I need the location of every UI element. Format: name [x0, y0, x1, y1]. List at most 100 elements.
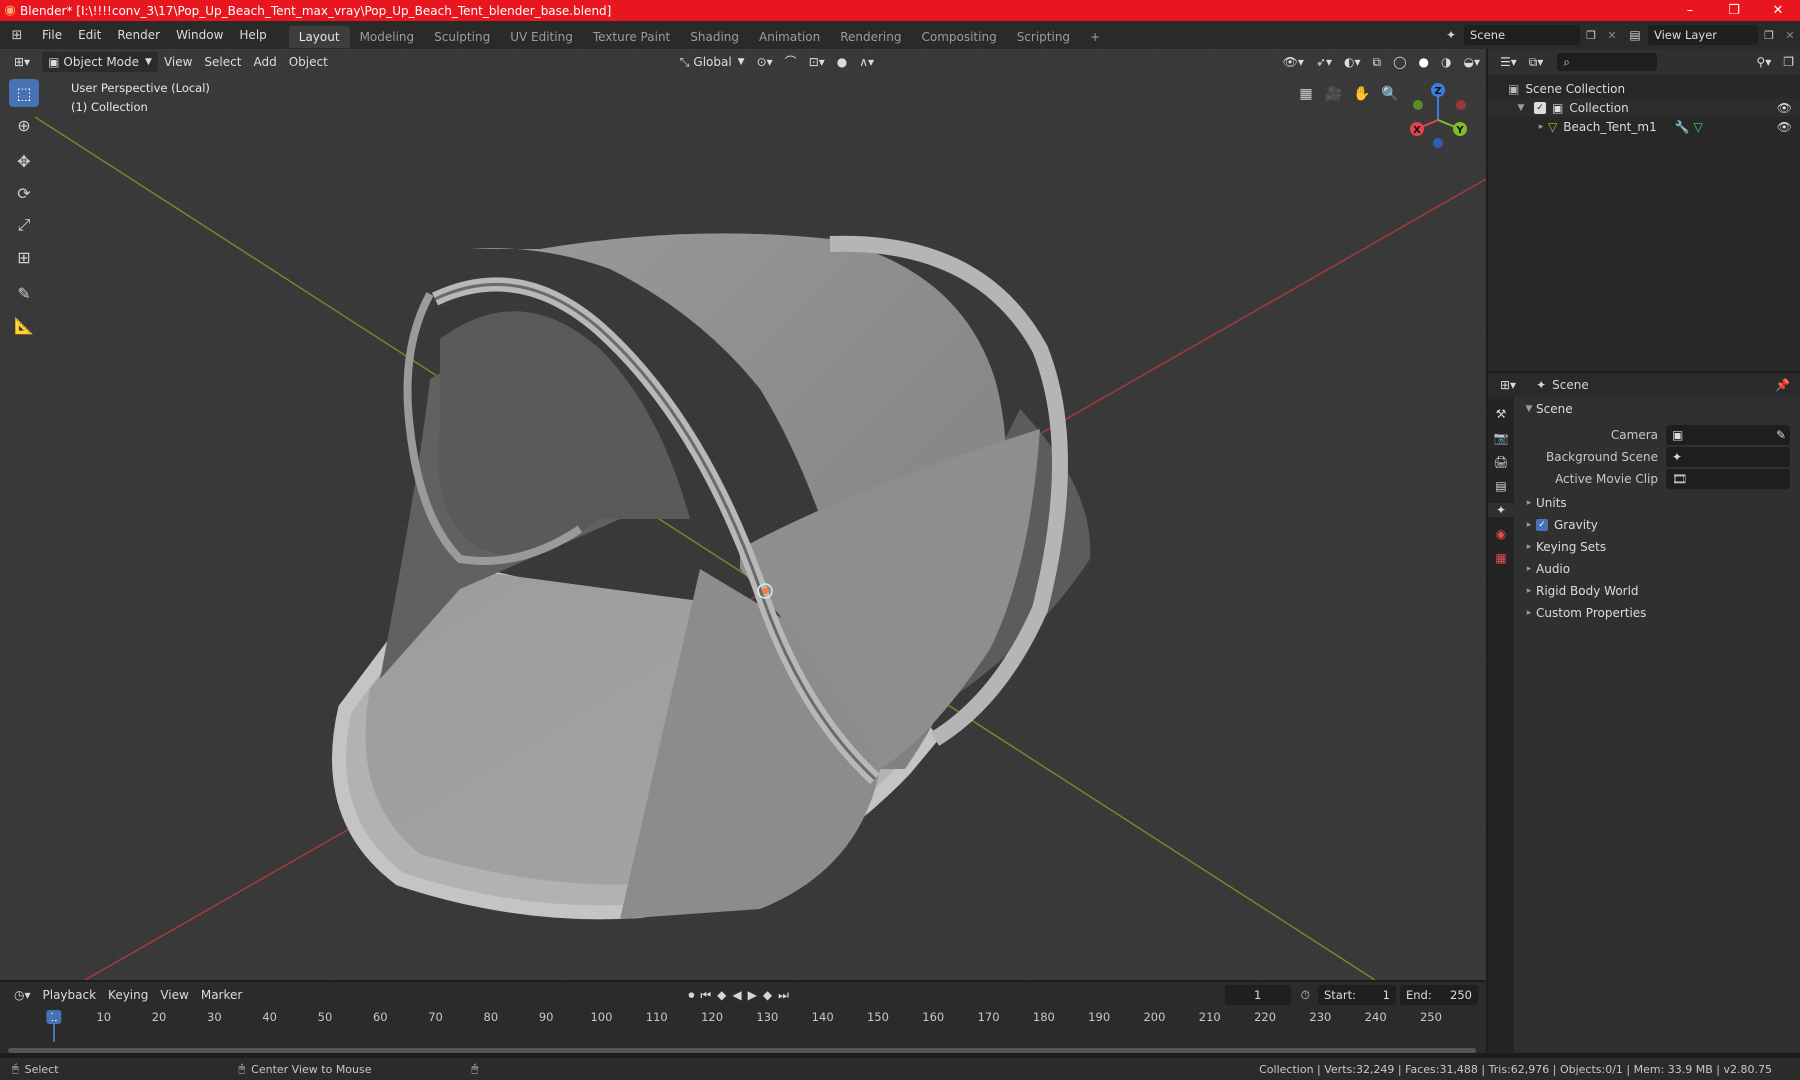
- new-scene-icon[interactable]: ❐: [1580, 21, 1602, 49]
- gizmo-toggle-icon[interactable]: ➶▾: [1310, 52, 1338, 72]
- display-mode-icon[interactable]: ⧉▾: [1523, 52, 1550, 72]
- pan-hand-icon[interactable]: ✋: [1348, 80, 1376, 108]
- jump-start-icon[interactable]: ⏮: [700, 988, 711, 1003]
- delete-scene-icon[interactable]: ✕: [1602, 21, 1622, 49]
- tab-modeling[interactable]: Modeling: [350, 26, 425, 48]
- menu-edit[interactable]: Edit: [70, 21, 109, 49]
- expand-arrow-icon[interactable]: ▼: [1514, 103, 1528, 113]
- scene-panel-header[interactable]: ▼ Scene: [1516, 398, 1800, 420]
- end-frame-field[interactable]: End: 250: [1400, 985, 1478, 1005]
- frame-ruler[interactable]: 1102030405060708090100110120130140150160…: [0, 1010, 1486, 1028]
- tab-compositing[interactable]: Compositing: [911, 26, 1006, 48]
- prev-keyframe-icon[interactable]: ◆: [717, 988, 726, 1002]
- rotate-tool-icon[interactable]: ⟳: [9, 179, 39, 207]
- output-tab-icon[interactable]: 🖨: [1493, 455, 1508, 469]
- xray-icon[interactable]: ⧉: [1367, 52, 1388, 72]
- minimize-button[interactable]: –: [1668, 0, 1712, 21]
- scene-icon[interactable]: ✦: [1438, 21, 1464, 49]
- outliner-row-collection[interactable]: ▼ ✓ ▣ Collection 👁: [1488, 98, 1800, 117]
- world-tab-icon[interactable]: ◉: [1496, 527, 1506, 541]
- audio-panel[interactable]: ▸ Audio: [1516, 558, 1800, 580]
- proportional-edit-icon[interactable]: ●: [831, 52, 853, 72]
- annotate-tool-icon[interactable]: ✎: [9, 279, 39, 307]
- select-box-tool-icon[interactable]: ⬚: [9, 79, 39, 107]
- tab-scripting[interactable]: Scripting: [1007, 26, 1080, 48]
- exclude-checkbox[interactable]: ✓: [1534, 101, 1546, 114]
- toggle-grid-icon[interactable]: ▦: [1292, 80, 1320, 108]
- shading-material-icon[interactable]: ◑: [1435, 52, 1457, 72]
- tab-layout[interactable]: Layout: [288, 25, 350, 48]
- shading-rendered-icon[interactable]: ◒▾: [1458, 52, 1487, 72]
- tab-uv-editing[interactable]: UV Editing: [500, 26, 583, 48]
- outliner-row-scene-collection[interactable]: ▣ Scene Collection: [1488, 79, 1800, 98]
- maximize-button[interactable]: ❐: [1712, 0, 1756, 21]
- viewport-menu-select[interactable]: Select: [198, 52, 247, 72]
- move-tool-icon[interactable]: ✥: [9, 147, 39, 175]
- snap-icon[interactable]: ⌒: [779, 52, 803, 72]
- custom-properties-panel[interactable]: ▸ Custom Properties: [1516, 602, 1800, 624]
- add-workspace-button[interactable]: +: [1080, 26, 1110, 48]
- shading-solid-icon[interactable]: ●: [1413, 52, 1435, 72]
- tab-rendering[interactable]: Rendering: [830, 26, 911, 48]
- tab-shading[interactable]: Shading: [680, 26, 749, 48]
- tab-sculpting[interactable]: Sculpting: [424, 26, 500, 48]
- measure-tool-icon[interactable]: 📐: [9, 311, 39, 339]
- menu-window[interactable]: Window: [168, 21, 231, 49]
- gravity-panel[interactable]: ▸ ✓ Gravity: [1516, 514, 1800, 536]
- editor-type-icon[interactable]: ⊞: [0, 21, 34, 49]
- scene-tab-icon[interactable]: ✦: [1488, 503, 1514, 517]
- axis-gizmo[interactable]: Z Y X: [1400, 78, 1480, 156]
- playhead[interactable]: [53, 1010, 55, 1042]
- mode-selector[interactable]: ▣ Object Mode ▼: [42, 52, 158, 72]
- pivot-point-icon[interactable]: ⊙▾: [751, 52, 779, 72]
- jump-end-icon[interactable]: ⏭: [778, 988, 789, 1003]
- view-layer-icon[interactable]: ▤: [1622, 21, 1648, 49]
- tab-texture-paint[interactable]: Texture Paint: [583, 26, 680, 48]
- cursor-tool-icon[interactable]: ⊕: [9, 111, 39, 139]
- tool-tab-icon[interactable]: ⚒: [1496, 407, 1507, 421]
- gravity-checkbox[interactable]: ✓: [1536, 519, 1548, 531]
- timeline-editor-icon[interactable]: ◷▾: [8, 985, 37, 1005]
- scale-tool-icon[interactable]: ⤢: [9, 211, 39, 239]
- viewport-menu-view[interactable]: View: [158, 52, 198, 72]
- 3d-viewport[interactable]: [0, 49, 1486, 980]
- snap-target-icon[interactable]: ⊡▾: [803, 52, 831, 72]
- camera-view-icon[interactable]: 🎥: [1320, 80, 1348, 108]
- keying-sets-panel[interactable]: ▸ Keying Sets: [1516, 536, 1800, 558]
- viewport-menu-object[interactable]: Object: [283, 52, 334, 72]
- outliner-search-input[interactable]: ⌕: [1557, 53, 1658, 71]
- outliner-editor-icon[interactable]: ☰▾: [1494, 52, 1523, 72]
- modifier-wrench-icon[interactable]: 🔧: [1675, 120, 1690, 134]
- movie-clip-field[interactable]: 🎞: [1666, 469, 1790, 489]
- menu-render[interactable]: Render: [109, 21, 168, 49]
- new-view-layer-icon[interactable]: ❐: [1758, 21, 1780, 49]
- timeline-menu-marker[interactable]: Marker: [195, 985, 248, 1005]
- editor-type-3d-icon[interactable]: ⊞▾: [8, 52, 36, 72]
- play-icon[interactable]: ▶: [748, 988, 757, 1002]
- timeline-menu-playback[interactable]: Playback: [37, 985, 103, 1005]
- current-frame-field[interactable]: 1: [1224, 985, 1291, 1005]
- mesh-data-icon[interactable]: ▽: [1694, 120, 1703, 134]
- expand-arrow-icon[interactable]: ▸: [1534, 122, 1548, 132]
- falloff-icon[interactable]: ∧▾: [853, 52, 880, 72]
- stopwatch-icon[interactable]: ⏱: [1301, 988, 1310, 1003]
- eyedropper-icon[interactable]: ✎: [1776, 428, 1786, 442]
- delete-view-layer-icon[interactable]: ✕: [1780, 21, 1800, 49]
- viewport-menu-add[interactable]: Add: [247, 52, 282, 72]
- view-layer-tab-icon[interactable]: ▤: [1495, 479, 1506, 493]
- new-collection-icon[interactable]: ❐: [1777, 52, 1800, 72]
- tab-animation[interactable]: Animation: [749, 26, 830, 48]
- record-icon[interactable]: ⏺: [688, 988, 694, 1003]
- timeline-scrollbar[interactable]: [8, 1048, 1476, 1053]
- menu-help[interactable]: Help: [231, 21, 274, 49]
- filter-icon[interactable]: ⚲▾: [1750, 52, 1777, 72]
- background-scene-field[interactable]: ✦: [1666, 447, 1790, 467]
- camera-field[interactable]: ▣ ✎: [1666, 425, 1790, 445]
- render-tab-icon[interactable]: 📷: [1494, 431, 1509, 445]
- view-layer-selector[interactable]: View Layer: [1648, 25, 1758, 45]
- units-panel[interactable]: ▸ Units: [1516, 492, 1800, 514]
- shading-wireframe-icon[interactable]: ◯: [1387, 52, 1412, 72]
- texture-tab-icon[interactable]: ▦: [1495, 551, 1506, 565]
- start-frame-field[interactable]: Start: 1: [1318, 985, 1396, 1005]
- timeline-menu-view[interactable]: View: [154, 985, 194, 1005]
